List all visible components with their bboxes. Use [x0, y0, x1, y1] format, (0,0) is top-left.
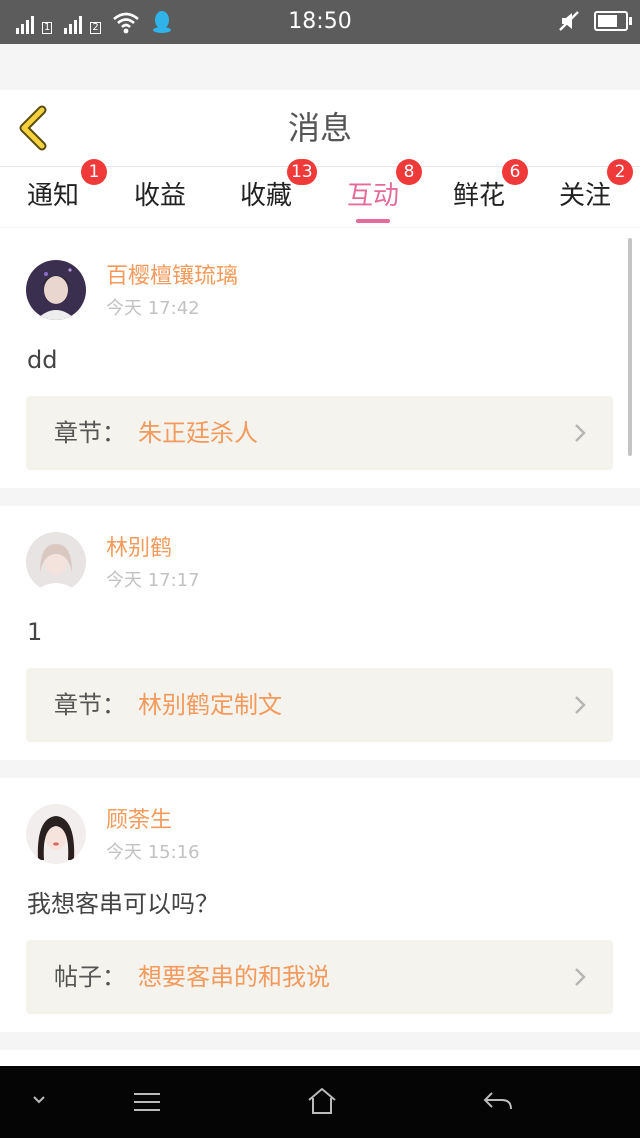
- avatar[interactable]: [26, 532, 86, 592]
- system-nav-bar: [0, 1066, 640, 1138]
- message-card: [0, 1050, 640, 1066]
- avatar[interactable]: [26, 260, 86, 320]
- tab-badge: 6: [502, 159, 528, 185]
- tab-interactions[interactable]: 互动 8: [320, 159, 426, 227]
- comment-text: 1: [27, 618, 43, 646]
- tab-bar: 通知 1 收益 收藏 13 互动 8 鲜花 6 关注 2: [0, 159, 640, 227]
- menu-icon[interactable]: [132, 1090, 162, 1114]
- tab-badge: 1: [81, 159, 107, 185]
- reference-link[interactable]: 章节： 朱正廷杀人: [26, 396, 613, 470]
- reference-link[interactable]: 章节： 林别鹤定制文: [26, 668, 613, 742]
- comment-text: 我想客串可以吗？: [27, 890, 219, 918]
- reference-title: 林别鹤定制文: [138, 691, 282, 719]
- page-title: 消息: [287, 109, 352, 147]
- reference-link[interactable]: 帖子： 想要客串的和我说: [26, 940, 613, 1014]
- tab-favorites[interactable]: 收藏 13: [213, 159, 319, 227]
- tab-notifications[interactable]: 通知 1: [0, 159, 107, 227]
- timestamp: 今天 15:16: [106, 842, 200, 863]
- status-bar: 1 2 18:50: [0, 0, 640, 44]
- active-tab-indicator: [356, 219, 390, 223]
- reference-type: 章节：: [54, 691, 126, 719]
- avatar[interactable]: [26, 804, 86, 864]
- reference-type: 帖子：: [54, 963, 126, 991]
- back-arrow-icon[interactable]: [482, 1090, 514, 1114]
- chevron-right-icon: [575, 968, 586, 986]
- timestamp: 今天 17:42: [106, 298, 200, 319]
- header: 消息: [0, 90, 640, 167]
- reference-type: 章节：: [54, 419, 126, 447]
- status-right-icons: [558, 10, 632, 32]
- tab-badge: 2: [607, 159, 633, 185]
- chevron-down-icon[interactable]: [30, 1094, 48, 1106]
- message-card: 顾荼生 今天 15:16 我想客串可以吗？ 帖子： 想要客串的和我说: [0, 778, 640, 1032]
- tab-follows[interactable]: 关注 2: [532, 159, 638, 227]
- battery-icon: [594, 11, 632, 31]
- reference-title: 朱正廷杀人: [138, 419, 258, 447]
- chevron-right-icon: [575, 424, 586, 442]
- username[interactable]: 百樱檀镶琉璃: [106, 262, 238, 292]
- message-card: 百樱檀镶琉璃 今天 17:42 dd 章节： 朱正廷杀人: [0, 228, 640, 488]
- tab-flowers[interactable]: 鲜花 6: [426, 159, 532, 227]
- tab-badge: 13: [287, 159, 317, 185]
- tab-earnings[interactable]: 收益: [107, 167, 213, 227]
- mute-icon: [559, 11, 579, 31]
- home-icon[interactable]: [306, 1086, 338, 1116]
- scrollbar[interactable]: [628, 238, 632, 456]
- message-card: 林别鹤 今天 17:17 1 章节： 林别鹤定制文: [0, 506, 640, 760]
- status-clock: 18:50: [288, 9, 352, 34]
- comment-text: dd: [27, 346, 58, 374]
- username[interactable]: 顾荼生: [106, 806, 172, 836]
- chevron-right-icon: [575, 696, 586, 714]
- tab-badge: 8: [396, 159, 422, 185]
- username[interactable]: 林别鹤: [106, 534, 172, 564]
- tab-label: 收益: [133, 181, 186, 211]
- reference-title: 想要客串的和我说: [138, 963, 330, 991]
- timestamp: 今天 17:17: [106, 570, 200, 591]
